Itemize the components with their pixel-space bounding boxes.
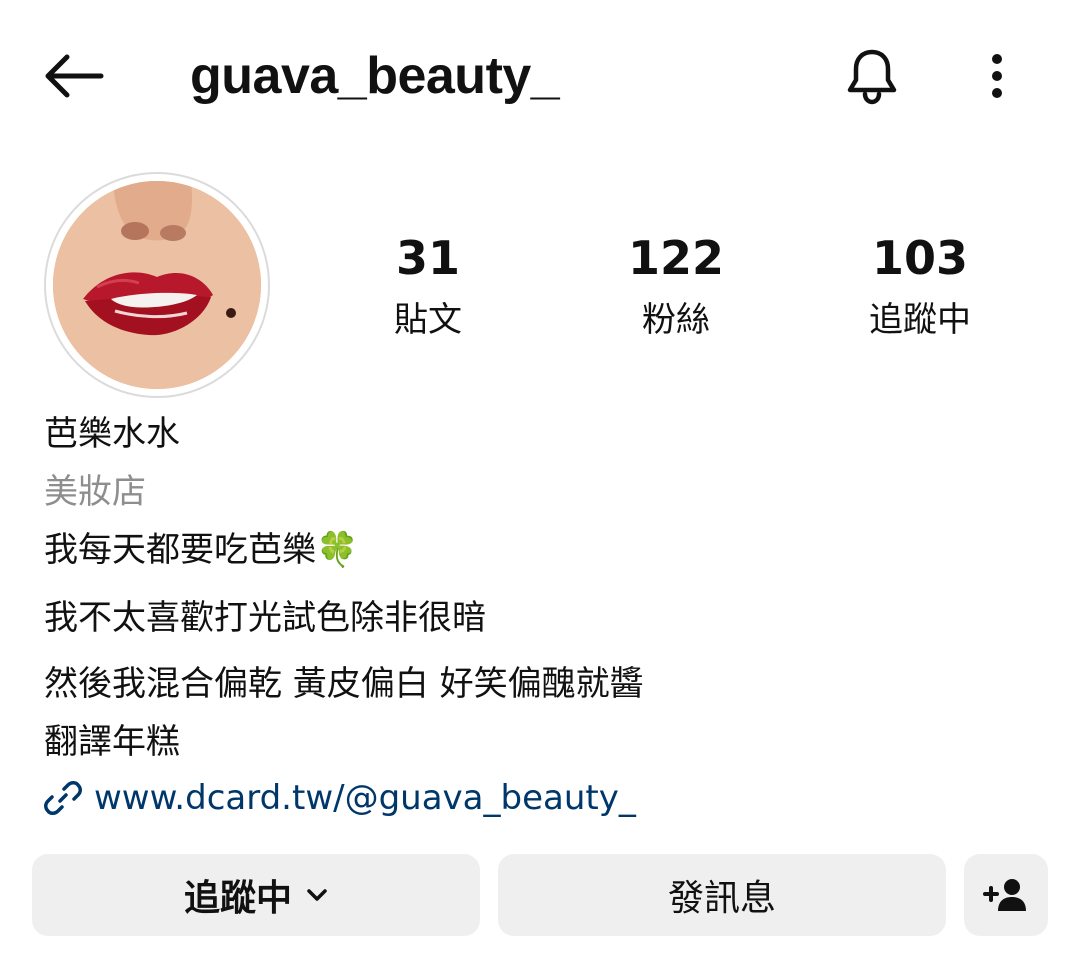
posts-stat[interactable]: 31 貼文 [318,226,538,350]
following-label: 追蹤中 [869,300,971,340]
following-count: 103 [871,231,969,285]
bio-line: 翻譯年糕 [44,722,180,762]
more-options-button[interactable] [970,44,1024,108]
message-button-label: 發訊息 [667,878,776,919]
following-button[interactable]: 追蹤中 [32,854,480,936]
add-person-icon [983,879,1026,911]
followers-label: 粉絲 [642,300,710,340]
profile-link[interactable]: www.dcard.tw/@guava_beauty_ [44,776,636,820]
arrow-left-icon [45,54,104,98]
chevron-down-icon [306,888,328,902]
bell-icon [847,49,897,105]
avatar-image [53,181,261,389]
more-vertical-icon [992,54,1002,98]
message-button[interactable]: 發訊息 [498,854,946,936]
following-stat[interactable]: 103 追蹤中 [810,226,1030,350]
bio-line: 然後我混合偏乾 黃皮偏白 好笑偏醜就醬 [44,664,644,704]
profile-username: guava_beauty_ [190,47,560,105]
link-icon [44,779,82,817]
profile-avatar[interactable] [44,172,270,398]
bio-line: 我每天都要吃芭樂🍀 [44,530,359,570]
followers-stat[interactable]: 122 粉絲 [566,226,786,350]
followers-count: 122 [627,231,725,285]
profile-link-text: www.dcard.tw/@guava_beauty_ [94,778,636,818]
suggested-accounts-button[interactable] [964,854,1048,936]
back-button[interactable] [38,44,110,108]
top-bar: guava_beauty_ [0,0,1080,150]
posts-label: 貼文 [394,300,462,340]
following-button-label: 追蹤中 [183,878,292,919]
bio-line: 我不太喜歡打光試色除非很暗 [44,598,486,638]
notifications-button[interactable] [838,42,906,110]
posts-count: 31 [395,231,460,285]
profile-category: 美妝店 [44,472,146,512]
display-name: 芭樂水水 [44,414,180,454]
